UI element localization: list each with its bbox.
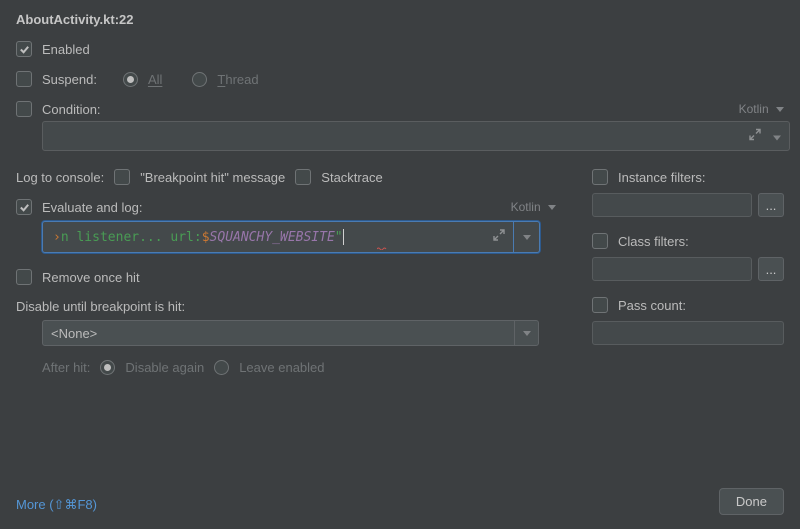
evaluate-expression-input[interactable]: ›n listener... url: $SQUANCHY_WEBSITE" [42,221,540,253]
evaluate-and-log-label: Evaluate and log: [42,200,142,215]
suspend-thread-label: Thread [217,72,258,87]
class-filters-input[interactable] [592,257,752,281]
remove-once-hit-label: Remove once hit [42,270,140,285]
stacktrace-label: Stacktrace [321,170,382,185]
text-caret [343,229,344,245]
log-to-console-label: Log to console: [16,170,104,185]
condition-input[interactable] [42,121,790,151]
instance-filters-label: Instance filters: [618,170,705,185]
after-hit-label: After hit: [42,360,90,375]
evaluate-dropdown-button[interactable] [513,222,539,252]
suspend-all-radio[interactable] [123,72,138,87]
condition-language-picker[interactable]: Kotlin [739,102,784,116]
evaluate-and-log-checkbox[interactable] [16,199,32,215]
enabled-checkbox[interactable] [16,41,32,57]
suspend-label: Suspend: [42,72,97,87]
pass-count-input[interactable] [592,321,784,345]
disable-until-label: Disable until breakpoint is hit: [16,299,556,314]
pass-count-checkbox[interactable] [592,297,608,313]
done-button[interactable]: Done [719,488,784,515]
more-link[interactable]: More (⇧⌘F8) [16,497,97,513]
pass-count-label: Pass count: [618,298,686,313]
chevron-down-icon [548,205,556,210]
expand-icon[interactable] [493,229,505,245]
instance-filters-browse-button[interactable]: ... [758,193,784,217]
breakpoint-hit-checkbox[interactable] [114,169,130,185]
after-hit-leave-radio[interactable] [214,360,229,375]
remove-once-hit-checkbox[interactable] [16,269,32,285]
suspend-checkbox[interactable] [16,71,32,87]
expand-icon[interactable] [749,129,761,144]
chevron-down-icon [776,107,784,112]
class-filters-label: Class filters: [618,234,689,249]
class-filters-browse-button[interactable]: ... [758,257,784,281]
after-hit-disable-label: Disable again [125,360,204,375]
condition-label: Condition: [42,102,101,117]
suspend-thread-radio[interactable] [192,72,207,87]
chevron-down-icon [514,321,538,345]
after-hit-leave-label: Leave enabled [239,360,324,375]
condition-checkbox[interactable] [16,101,32,117]
instance-filters-checkbox[interactable] [592,169,608,185]
condition-dropdown-icon[interactable] [773,129,781,144]
disable-until-select[interactable]: <None> [42,320,539,346]
enabled-label: Enabled [42,42,90,57]
error-squiggle-icon [377,247,387,250]
evaluate-language-picker[interactable]: Kotlin [511,200,556,214]
after-hit-disable-radio[interactable] [100,360,115,375]
instance-filters-input[interactable] [592,193,752,217]
breakpoint-hit-label: "Breakpoint hit" message [140,170,285,185]
page-title: AboutActivity.kt:22 [16,12,784,27]
stacktrace-checkbox[interactable] [295,169,311,185]
class-filters-checkbox[interactable] [592,233,608,249]
suspend-all-label: All [148,72,162,87]
disable-until-value: <None> [51,326,97,341]
